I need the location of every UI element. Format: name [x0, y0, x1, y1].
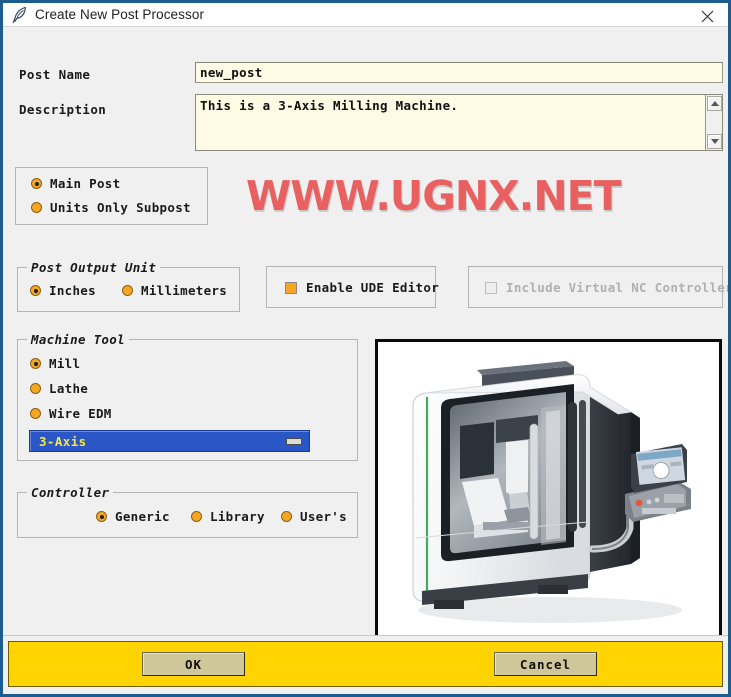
radio-library-indicator — [191, 511, 202, 522]
dialog-footer: OK Cancel — [3, 635, 728, 694]
post-name-input[interactable] — [195, 62, 723, 83]
radio-wire-edm-label: Wire EDM — [49, 406, 112, 421]
radio-inches-indicator — [30, 285, 41, 296]
window-title: Create New Post Processor — [35, 7, 205, 22]
close-icon[interactable] — [686, 3, 728, 29]
radio-millimeters[interactable]: Millimeters — [122, 283, 227, 298]
controller-group: Controller Generic Library User's — [17, 485, 358, 538]
radio-mill-label: Mill — [49, 356, 81, 371]
machine-tool-title: Machine Tool — [27, 332, 129, 347]
dropdown-toggle-icon[interactable] — [286, 437, 302, 445]
machine-tool-group: Machine Tool Mill Lathe Wire EDM 3-Axis — [17, 332, 358, 461]
radio-generic-label: Generic — [115, 509, 170, 524]
checkbox-enable-ude-editor[interactable]: Enable UDE Editor — [285, 280, 439, 295]
radio-main-post[interactable]: Main Post — [31, 176, 120, 191]
watermark-text: WWW.UGNX.NET — [246, 172, 622, 220]
axis-dropdown[interactable]: 3-Axis — [29, 430, 310, 452]
scroll-down-button[interactable] — [707, 134, 722, 149]
description-box — [195, 94, 723, 151]
feather-quill-icon — [9, 4, 31, 26]
radio-units-only-subpost-indicator — [31, 202, 42, 213]
radio-generic-indicator — [96, 511, 107, 522]
checkbox-include-virtual-nc-controller-box — [485, 281, 497, 294]
post-name-label: Post Name — [19, 67, 91, 82]
dialog-body: Post Name Description Main Post — [3, 27, 728, 647]
title-bar: Create New Post Processor — [3, 0, 728, 27]
description-input[interactable] — [196, 95, 705, 150]
radio-lathe-indicator — [30, 383, 41, 394]
cancel-button[interactable]: Cancel — [494, 652, 597, 676]
radio-millimeters-indicator — [122, 285, 133, 296]
radio-users[interactable]: User's — [281, 509, 347, 524]
radio-library[interactable]: Library — [191, 509, 265, 524]
radio-main-post-label: Main Post — [50, 176, 121, 191]
radio-units-only-subpost[interactable]: Units Only Subpost — [31, 200, 191, 215]
checkbox-include-virtual-nc-controller-label: Include Virtual NC Controller — [506, 280, 731, 295]
axis-dropdown-value: 3-Axis — [39, 433, 87, 449]
radio-library-label: Library — [210, 509, 265, 524]
chevron-down-icon — [710, 139, 719, 144]
virtual-nc-controller-panel: Include Virtual NC Controller — [468, 266, 728, 308]
post-output-unit-title: Post Output Unit — [27, 260, 161, 275]
radio-millimeters-label: Millimeters — [141, 283, 228, 298]
radio-lathe[interactable]: Lathe — [30, 381, 88, 396]
ude-editor-panel: Enable UDE Editor — [266, 266, 439, 308]
description-label: Description — [19, 102, 107, 117]
ok-button[interactable]: OK — [142, 652, 245, 676]
footer-bar: OK Cancel — [8, 641, 723, 687]
chevron-up-icon — [710, 101, 719, 106]
radio-lathe-label: Lathe — [49, 381, 89, 396]
scroll-up-button[interactable] — [707, 96, 722, 111]
radio-users-label: User's — [300, 509, 347, 524]
post-type-panel: Main Post Units Only Subpost — [15, 167, 208, 225]
checkbox-enable-ude-editor-box — [285, 281, 297, 294]
radio-inches-label: Inches — [49, 283, 96, 298]
description-scrollbar[interactable] — [705, 95, 722, 150]
radio-mill[interactable]: Mill — [30, 356, 80, 371]
radio-wire-edm-indicator — [30, 408, 41, 419]
checkbox-include-virtual-nc-controller: Include Virtual NC Controller — [485, 280, 731, 295]
radio-units-only-subpost-label: Units Only Subpost — [50, 200, 191, 215]
create-new-post-processor-dialog: Create New Post Processor Post Name Desc… — [0, 0, 731, 697]
radio-wire-edm[interactable]: Wire EDM — [30, 406, 112, 421]
radio-inches[interactable]: Inches — [30, 283, 96, 298]
radio-generic[interactable]: Generic — [96, 509, 170, 524]
radio-main-post-indicator — [31, 178, 42, 189]
radio-users-indicator — [281, 511, 292, 522]
cnc-milling-machine-photo — [375, 339, 722, 647]
radio-mill-indicator — [30, 358, 41, 369]
checkbox-enable-ude-editor-label: Enable UDE Editor — [306, 280, 440, 295]
controller-title: Controller — [27, 485, 114, 500]
post-output-unit-group: Post Output Unit Inches Millimeters — [17, 260, 240, 312]
